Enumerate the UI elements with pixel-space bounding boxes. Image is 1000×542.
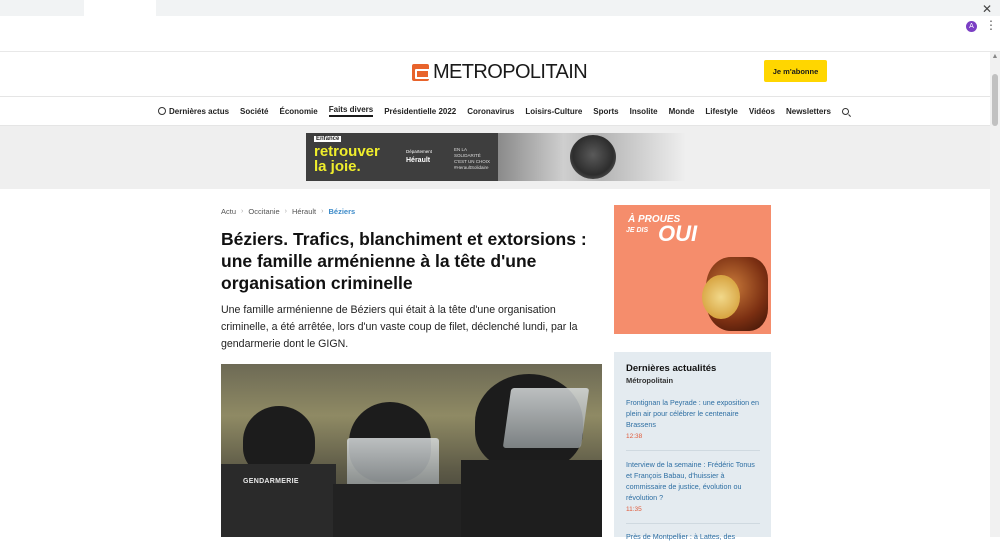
officer-body (333, 484, 463, 537)
nav-item-loisirs-culture[interactable]: Loisirs-Culture (525, 107, 582, 116)
news-item-title[interactable]: Frontignan la Peyrade : une exposition e… (626, 397, 760, 430)
news-item-time: 12:38 (626, 433, 643, 440)
nav-item-monde[interactable]: Monde (669, 107, 695, 116)
banner-ad-department-top: Département (406, 149, 433, 154)
nav-item-presidentielle[interactable]: Présidentielle 2022 (384, 107, 456, 116)
banner-ad-headline-line2: la joie. (314, 158, 361, 175)
side-ad-line2: JE DIS (626, 227, 649, 234)
officer-body (461, 460, 602, 537)
scroll-up-icon[interactable]: ▲ (990, 52, 1000, 62)
breadcrumb-item-beziers[interactable]: Béziers (329, 207, 356, 216)
nav-item-dernieres-actus[interactable]: Dernières actus (158, 106, 230, 116)
window-close-icon[interactable]: ✕ (982, 2, 992, 16)
nav-item-label: Dernières actus (169, 106, 230, 116)
nav-item-insolite[interactable]: Insolite (630, 107, 658, 116)
gendarmerie-label: GENDARMERIE (243, 478, 299, 485)
search-icon[interactable] (841, 107, 849, 115)
banner-ad-text-panel: Enfance retrouver la joie. Département H… (306, 133, 498, 181)
breadcrumb-chevron-icon: › (241, 208, 244, 215)
latest-news-panel: Dernières actualités Métropolitain Front… (614, 352, 771, 541)
banner-ad-headline: retrouver la joie. (314, 144, 380, 174)
article-title: Béziers. Trafics, blanchiment et extorsi… (221, 229, 587, 293)
scrollbar-thumb[interactable] (992, 74, 998, 126)
nav-item-societe[interactable]: Société (240, 107, 268, 116)
side-ad-food-image (702, 275, 740, 319)
news-item-title[interactable]: Interview de la semaine : Frédéric Tonus… (626, 459, 760, 503)
main-nav: Dernières actus Société Économie Faits d… (0, 96, 990, 126)
browser-menu-icon[interactable]: ⋮ (985, 18, 997, 32)
nav-item-economie[interactable]: Économie (280, 107, 318, 116)
banner-ad[interactable]: Enfance retrouver la joie. Département H… (306, 133, 686, 181)
breadcrumb-chevron-icon: › (321, 208, 324, 215)
ad-band: Enfance retrouver la joie. Département H… (0, 126, 990, 189)
article-lede: Une famille arménienne de Béziers qui ét… (221, 304, 578, 350)
nav-item-lifestyle[interactable]: Lifestyle (705, 107, 737, 116)
child-photo (570, 135, 616, 179)
breadcrumb-item-occitanie[interactable]: Occitanie (248, 207, 279, 216)
browser-toolbar: ✕ A ⋮ (0, 0, 1000, 52)
browser-tab-strip: ✕ (0, 0, 1000, 16)
breadcrumb-chevron-icon: › (284, 208, 287, 215)
nav-item-videos[interactable]: Vidéos (749, 107, 775, 116)
site-logo[interactable]: METROPOLITAIN (412, 61, 588, 84)
news-item-time: 11:35 (626, 506, 642, 513)
subscribe-button[interactable]: Je m'abonne (764, 60, 827, 82)
visor-shape (347, 438, 439, 490)
visor-shape (502, 388, 590, 448)
profile-avatar[interactable]: A (966, 21, 977, 32)
nav-item-newsletters[interactable]: Newsletters (786, 107, 831, 116)
clock-icon (158, 106, 166, 115)
side-ad[interactable]: À PROUES JE DIS OUI (614, 205, 771, 334)
banner-ad-department-name: Hérault (406, 157, 431, 164)
banner-ad-side-text: EN LA SOLIDARITÉ C'EST UN CHOIX #Herault… (454, 147, 491, 170)
article-hero-image: GENDARMERIE (221, 364, 602, 537)
banner-ad-department: Département Hérault (406, 147, 432, 165)
officer-body (221, 464, 336, 537)
news-item[interactable]: Frontignan la Peyrade : une exposition e… (626, 397, 760, 440)
latest-news-source: Métropolitain (626, 376, 674, 385)
browser-tab[interactable] (84, 0, 156, 16)
nav-list: Dernières actus Société Économie Faits d… (158, 97, 849, 125)
logo-text: METROPOLITAIN (433, 61, 588, 83)
site-header: METROPOLITAIN Je m'abonne (0, 52, 990, 96)
breadcrumb: Actu › Occitanie › Hérault › Béziers (221, 207, 355, 216)
nav-item-coronavirus[interactable]: Coronavirus (467, 107, 514, 116)
news-divider (626, 450, 760, 451)
banner-ad-tag: Enfance (314, 136, 342, 142)
news-item[interactable]: Interview de la semaine : Frédéric Tonus… (626, 459, 760, 513)
banner-ad-headline-line1: retrouver (314, 143, 380, 160)
nav-item-sports[interactable]: Sports (593, 107, 618, 116)
breadcrumb-item-actu[interactable]: Actu (221, 207, 236, 216)
banner-ad-photo (498, 133, 686, 181)
logo-mark-icon (412, 64, 430, 81)
page-scrollbar[interactable]: ▲ (990, 52, 1000, 537)
breadcrumb-item-herault[interactable]: Hérault (292, 207, 316, 216)
latest-news-heading: Dernières actualités (626, 363, 717, 374)
news-divider (626, 523, 760, 524)
side-ad-line3: OUI (658, 221, 698, 246)
nav-item-faits-divers[interactable]: Faits divers (328, 105, 374, 117)
